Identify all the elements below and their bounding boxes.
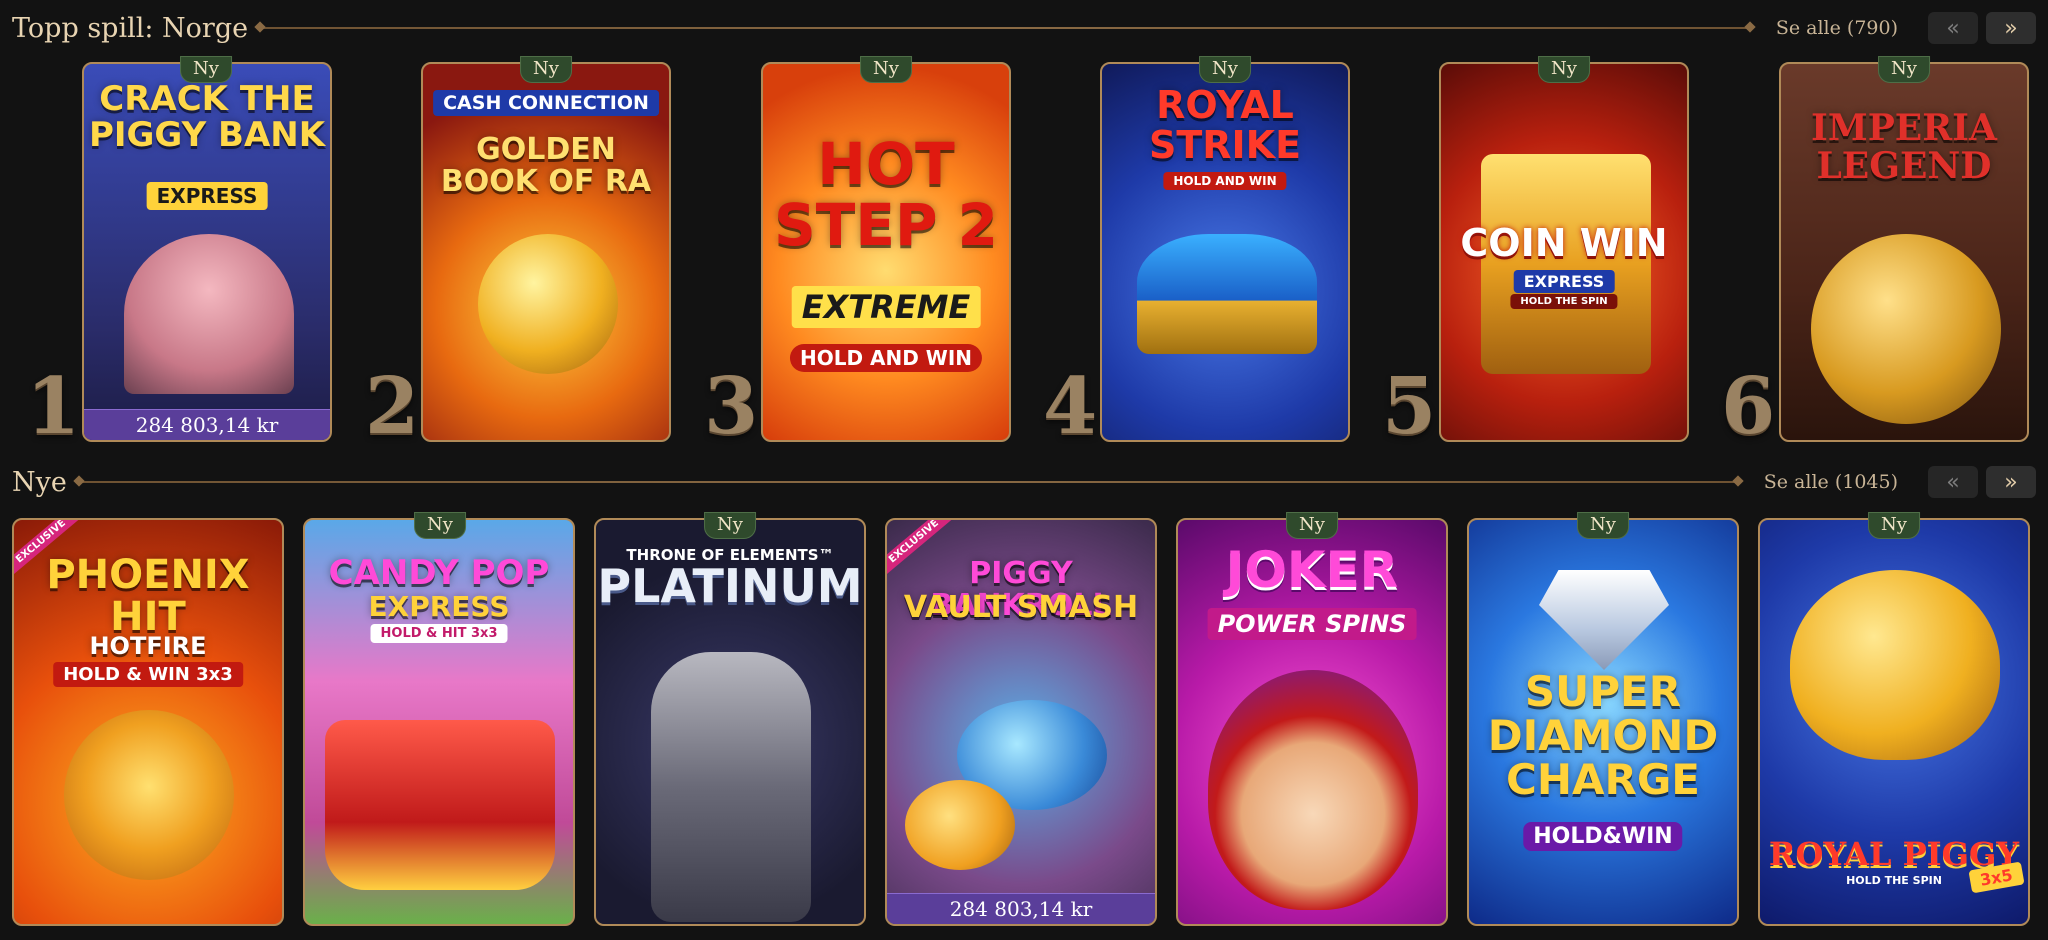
game-title: CRACK THE PIGGY BANK xyxy=(88,79,326,155)
game-subtitle: VAULT SMASH xyxy=(903,590,1139,625)
chevron-double-left-icon: « xyxy=(1946,15,1960,41)
new-badge: Ny xyxy=(1868,512,1920,539)
knight-armor-art xyxy=(651,652,811,922)
next-button-new[interactable]: » xyxy=(1986,466,2036,498)
game-subtitle: HOLD&WIN xyxy=(1523,822,1683,851)
game-subtitle: EXPRESS xyxy=(1513,270,1615,293)
game-title: PLATINUM xyxy=(597,559,863,613)
game-tag: HOLD AND WIN xyxy=(789,344,983,372)
game-card[interactable]: EXCLUSIVE PIGGY BANKROLL VAULT SMASH 284… xyxy=(885,518,1157,926)
game-subtitle: POWER SPINS xyxy=(1207,608,1417,640)
divider xyxy=(78,481,1738,483)
game-card[interactable]: ROYAL STRIKE HOLD AND WIN xyxy=(1100,62,1350,442)
prev-button-top[interactable]: « xyxy=(1928,12,1978,44)
next-button-top[interactable]: » xyxy=(1986,12,2036,44)
gold-piggy-art xyxy=(1790,570,2000,760)
top-games-header: Topp spill: Norge Se alle (790) « » xyxy=(12,8,2036,48)
game-tag: HOLD THE SPIN xyxy=(1510,294,1618,309)
candy-train-art xyxy=(325,720,555,890)
see-all-link-top[interactable]: Se alle (790) xyxy=(1776,17,1898,39)
new-badge: Ny xyxy=(1577,512,1629,539)
game-subtitle: HOTFIRE xyxy=(89,632,207,660)
new-badge: Ny xyxy=(1199,56,1251,83)
rank-number: 5 xyxy=(1382,361,1437,452)
rank-number: 6 xyxy=(1721,361,1776,452)
section-title-top: Topp spill: Norge xyxy=(12,12,249,44)
gold-coin-art xyxy=(1811,234,2001,424)
divider xyxy=(260,27,1750,29)
game-card[interactable]: IMPERIA LEGEND xyxy=(1779,62,2029,442)
see-all-link-new[interactable]: Se alle (1045) xyxy=(1764,471,1898,493)
section-title-new: Nye xyxy=(12,466,67,498)
new-badge: Ny xyxy=(180,56,232,83)
diamond-art xyxy=(1539,570,1669,670)
game-card[interactable]: HOT STEP 2 EXTREME HOLD AND WIN xyxy=(761,62,1011,442)
rank-number: 1 xyxy=(26,361,81,452)
new-badge: Ny xyxy=(1286,512,1338,539)
new-badge: Ny xyxy=(1538,56,1590,83)
game-tag: HOLD & WIN 3x3 xyxy=(53,662,243,687)
game-card[interactable]: ROYAL PIGGY HOLD THE SPIN 3x5 xyxy=(1758,518,2030,926)
game-title: COIN WIN xyxy=(1460,221,1668,265)
game-title: GOLDEN BOOK OF RA xyxy=(440,132,652,199)
game-title: ROYAL STRIKE xyxy=(1148,83,1302,167)
crown-art xyxy=(1137,234,1317,354)
game-tag: HOLD THE SPIN xyxy=(1846,874,1942,887)
chevron-double-left-icon: « xyxy=(1946,469,1960,495)
rank-number: 4 xyxy=(1043,361,1098,452)
joker-face-art xyxy=(1208,670,1418,910)
jackpot-amount: 284 803,14 kr xyxy=(887,893,1155,924)
game-subtitle: HOLD AND WIN xyxy=(1163,172,1287,190)
jackpot-amount: 284 803,14 kr xyxy=(84,409,330,440)
game-card[interactable]: COIN WIN EXPRESS HOLD THE SPIN xyxy=(1439,62,1689,442)
new-badge: Ny xyxy=(1878,56,1930,83)
piggy-characters-art xyxy=(124,234,294,394)
new-badge: Ny xyxy=(520,56,572,83)
game-card[interactable]: JOKER POWER SPINS xyxy=(1176,518,1448,926)
game-card[interactable]: EXCLUSIVE PHOENIX HIT HOTFIRE HOLD & WIN… xyxy=(12,518,284,926)
phoenix-coin-art xyxy=(64,710,234,880)
new-badge: Ny xyxy=(414,512,466,539)
new-badge: Ny xyxy=(860,56,912,83)
game-card[interactable]: CASH CONNECTION GOLDEN BOOK OF RA xyxy=(421,62,671,442)
game-card[interactable]: CRACK THE PIGGY BANK EXPRESS 284 803,14 … xyxy=(82,62,332,442)
game-title: SUPER DIAMOND CHARGE xyxy=(1487,667,1719,805)
chevron-double-right-icon: » xyxy=(2004,15,2018,41)
prev-button-new[interactable]: « xyxy=(1928,466,1978,498)
game-card[interactable]: THRONE OF ELEMENTS™ PLATINUM xyxy=(594,518,866,926)
rank-number: 2 xyxy=(365,361,420,452)
game-title: PHOENIX HIT xyxy=(46,552,250,640)
game-card[interactable]: SUPER DIAMOND CHARGE HOLD&WIN xyxy=(1467,518,1739,926)
gold-pig-art xyxy=(905,780,1015,870)
game-title: CANDY POP xyxy=(328,553,550,593)
new-games-header: Nye Se alle (1045) « » xyxy=(12,462,2036,502)
new-badge: Ny xyxy=(704,512,756,539)
game-title: IMPERIA LEGEND xyxy=(1811,107,1997,187)
chevron-double-right-icon: » xyxy=(2004,469,2018,495)
golden-book-coin-art xyxy=(478,234,618,374)
game-tag: HOLD & HIT 3x3 xyxy=(370,624,508,643)
game-subtitle: EXTREME xyxy=(791,286,981,328)
game-subtitle: CASH CONNECTION xyxy=(433,90,659,116)
rank-number: 3 xyxy=(704,361,759,452)
game-title: JOKER xyxy=(1225,541,1399,599)
game-subtitle: EXPRESS xyxy=(146,182,268,210)
game-subtitle: EXPRESS xyxy=(368,590,510,623)
game-title: HOT STEP 2 xyxy=(773,130,998,259)
game-card[interactable]: CANDY POP EXPRESS HOLD & HIT 3x3 xyxy=(303,518,575,926)
